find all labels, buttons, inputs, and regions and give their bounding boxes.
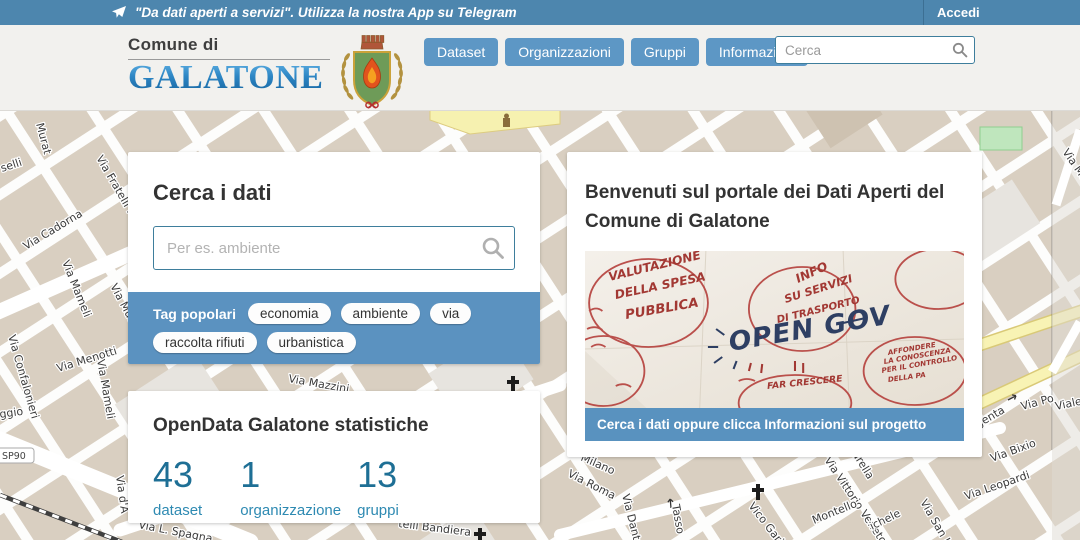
tag-pill[interactable]: urbanistica — [266, 332, 356, 353]
stats-card-title: OpenData Galatone statistiche — [153, 415, 429, 436]
tag-pill[interactable]: economia — [247, 303, 331, 324]
popular-tags-band: Tag popolari economia ambiente via racco… — [128, 292, 540, 364]
tag-pill[interactable]: via — [430, 303, 472, 324]
route-badge: SP90 — [0, 447, 35, 464]
site-logo[interactable]: Comune di GALATONE — [128, 35, 330, 95]
site-header: Comune di GALATONE Dataset Organizzazion… — [0, 25, 1080, 111]
welcome-photo: VALUTAZIONE DELLA SPESA PUBBLICA INFO SU… — [585, 250, 964, 441]
nav-item-gruppi[interactable]: Gruppi — [630, 38, 699, 66]
nav-item-dataset[interactable]: Dataset — [424, 38, 499, 66]
stat-groups: 13 gruppi — [357, 454, 399, 520]
stat-value: 43 — [153, 454, 194, 495]
welcome-title: Benvenuti sul portale dei Dati Aperti de… — [585, 182, 945, 233]
tag-pill[interactable]: ambiente — [340, 303, 421, 324]
stat-organizations: 1 organizzazione — [240, 454, 342, 520]
stats-card: OpenData Galatone statistiche 43 dataset… — [128, 391, 540, 523]
telegram-announcement-link[interactable]: "Da dati aperti a servizi". Utilizza la … — [112, 0, 517, 25]
main-nav: Dataset Organizzazioni Gruppi Informazio… — [424, 38, 809, 66]
paper-plane-icon — [112, 6, 126, 18]
stat-value: 13 — [357, 454, 398, 495]
coat-of-arms — [341, 35, 403, 109]
header-search-input[interactable] — [775, 36, 975, 64]
monument-icon — [503, 113, 510, 127]
top-announcement-bar: "Da dati aperti a servizi". Utilizza la … — [0, 0, 1080, 25]
stat-datasets: 43 dataset — [153, 454, 203, 520]
dataset-search-input[interactable] — [153, 226, 515, 270]
logo-line2: GALATONE — [128, 61, 330, 95]
svg-text:SP90: SP90 — [2, 451, 26, 462]
tags-label: Tag popolari — [153, 305, 236, 322]
park-area — [979, 126, 1023, 151]
search-card-title: Cerca i dati — [153, 180, 272, 205]
logo-line1: Comune di — [128, 35, 219, 54]
tag-pill[interactable]: raccolta rifiuti — [153, 332, 257, 353]
stat-label: dataset — [153, 502, 203, 519]
stat-value: 1 — [240, 454, 261, 495]
announcement-text: "Da dati aperti a servizi". Utilizza la … — [135, 5, 517, 20]
welcome-caption: Cerca i dati oppure clicca Informazioni … — [585, 407, 964, 441]
stat-label: organizzazione — [240, 502, 342, 519]
magnifier-icon[interactable] — [481, 236, 505, 260]
stat-label: gruppi — [357, 502, 399, 519]
login-button[interactable]: Accedi — [923, 0, 1080, 25]
search-card: Cerca i dati Tag popolari economia ambie… — [128, 152, 540, 364]
magnifier-icon[interactable] — [952, 42, 968, 58]
nav-item-organizzazioni[interactable]: Organizzazioni — [505, 38, 624, 66]
welcome-card: Benvenuti sul portale dei Dati Aperti de… — [567, 152, 982, 457]
